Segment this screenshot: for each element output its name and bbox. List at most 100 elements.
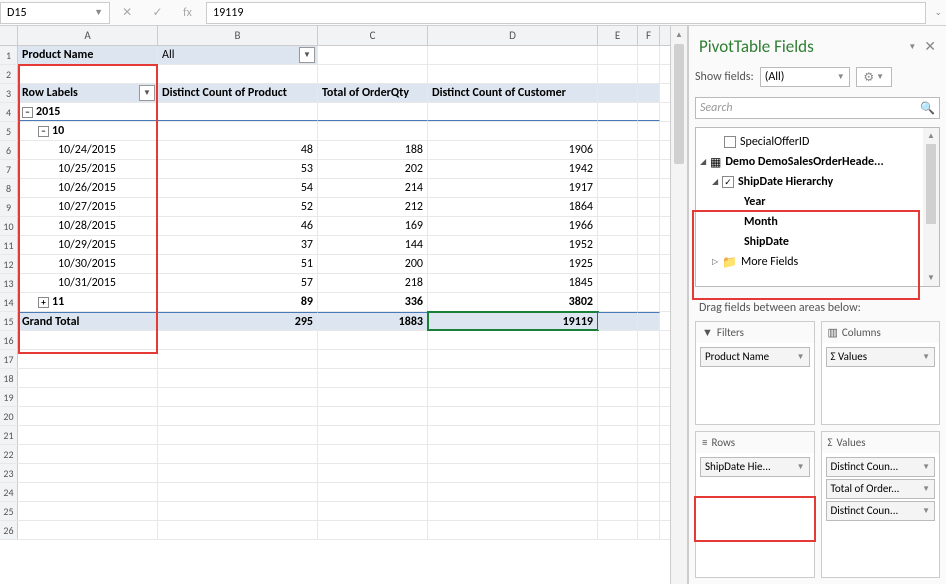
chevron-down-icon[interactable]: ▼: [797, 348, 805, 366]
row-header[interactable]: 22: [0, 445, 18, 463]
cell[interactable]: [158, 369, 318, 387]
fieldlist-scrollbar[interactable]: ▲ ▼: [923, 128, 939, 286]
cell[interactable]: 202: [318, 160, 428, 178]
date-cell[interactable]: 10/29/2015: [18, 236, 158, 254]
checkbox-icon[interactable]: [724, 136, 736, 148]
cell[interactable]: 48: [158, 141, 318, 159]
cell[interactable]: [18, 483, 158, 501]
cell[interactable]: [638, 160, 660, 178]
cell[interactable]: [638, 84, 660, 102]
cell[interactable]: [158, 103, 318, 121]
cell[interactable]: [18, 388, 158, 406]
cell[interactable]: 57: [158, 274, 318, 292]
cell[interactable]: [598, 502, 638, 520]
area-item[interactable]: Total of Order...▼: [826, 479, 936, 499]
date-cell[interactable]: 10/24/2015: [18, 141, 158, 159]
cell[interactable]: [598, 388, 638, 406]
cell[interactable]: [598, 103, 638, 121]
row-header[interactable]: 26: [0, 521, 18, 539]
search-input[interactable]: Search 🔍: [695, 97, 940, 119]
column-header-c[interactable]: C: [318, 26, 428, 45]
cell[interactable]: 37: [158, 236, 318, 254]
cell[interactable]: [598, 46, 638, 64]
scroll-up-icon[interactable]: ▲: [923, 128, 939, 144]
year-row[interactable]: −2015: [18, 103, 158, 121]
cell[interactable]: [598, 407, 638, 425]
cell[interactable]: 54: [158, 179, 318, 197]
cell[interactable]: 295: [158, 312, 318, 330]
chevron-down-icon[interactable]: ▼: [797, 458, 805, 476]
cell[interactable]: [638, 521, 660, 539]
cell[interactable]: [638, 198, 660, 216]
cell[interactable]: [318, 445, 428, 463]
cell[interactable]: [18, 369, 158, 387]
cell[interactable]: [318, 426, 428, 444]
cell[interactable]: [428, 46, 598, 64]
cell[interactable]: [318, 388, 428, 406]
pivot-filter-label[interactable]: Product Name: [18, 46, 158, 64]
cell[interactable]: 188: [318, 141, 428, 159]
cell[interactable]: 89: [158, 293, 318, 311]
values-area[interactable]: Σ Values Distinct Coun...▼Total of Order…: [821, 431, 941, 579]
cell[interactable]: [318, 521, 428, 539]
row-header[interactable]: 13: [0, 274, 18, 292]
cell[interactable]: [638, 388, 660, 406]
cell[interactable]: [638, 255, 660, 273]
cell[interactable]: [428, 369, 598, 387]
cell[interactable]: [18, 464, 158, 482]
column-header-d[interactable]: D: [428, 26, 598, 45]
cell[interactable]: [18, 426, 158, 444]
cell[interactable]: [598, 255, 638, 273]
check-icon[interactable]: ✓: [153, 5, 163, 20]
expand-arrow-icon[interactable]: ▷: [712, 257, 722, 267]
area-item[interactable]: ShipDate Hie... ▼: [700, 457, 810, 477]
cell[interactable]: [638, 407, 660, 425]
cell[interactable]: [598, 521, 638, 539]
cell[interactable]: [18, 502, 158, 520]
cell[interactable]: [638, 293, 660, 311]
cell[interactable]: [158, 502, 318, 520]
row-header[interactable]: 11: [0, 236, 18, 254]
row-header[interactable]: 21: [0, 426, 18, 444]
cell[interactable]: 212: [318, 198, 428, 216]
cell[interactable]: [428, 350, 598, 368]
row-header[interactable]: 7: [0, 160, 18, 178]
row-header[interactable]: 5: [0, 122, 18, 140]
chevron-down-icon[interactable]: ▼: [922, 480, 930, 498]
area-item[interactable]: Distinct Coun...▼: [826, 457, 936, 477]
field-hierarchy-item[interactable]: ◢ ✓ ShipDate Hierarchy: [696, 172, 939, 192]
cell[interactable]: [18, 350, 158, 368]
cell[interactable]: [598, 141, 638, 159]
scroll-up-icon[interactable]: ▲: [671, 26, 687, 44]
cell[interactable]: [428, 483, 598, 501]
cell[interactable]: [158, 65, 318, 83]
collapse-icon[interactable]: −: [38, 126, 49, 137]
column-header-f[interactable]: F: [638, 26, 660, 45]
cell[interactable]: 1942: [428, 160, 598, 178]
cell[interactable]: [638, 65, 660, 83]
cell[interactable]: [638, 483, 660, 501]
column-header-a[interactable]: A: [18, 26, 158, 45]
chevron-down-icon[interactable]: ▼: [922, 502, 930, 520]
cell[interactable]: [158, 521, 318, 539]
cell[interactable]: [158, 483, 318, 501]
col-distinct-customer[interactable]: Distinct Count of Customer: [428, 84, 598, 102]
cell[interactable]: [428, 521, 598, 539]
cell[interactable]: [428, 388, 598, 406]
cell[interactable]: [158, 388, 318, 406]
cell[interactable]: 144: [318, 236, 428, 254]
cell[interactable]: 51: [158, 255, 318, 273]
row-header[interactable]: 23: [0, 464, 18, 482]
cell[interactable]: [428, 331, 598, 349]
row-header[interactable]: 6: [0, 141, 18, 159]
row-header[interactable]: 16: [0, 331, 18, 349]
cell[interactable]: [318, 46, 428, 64]
cell[interactable]: [638, 274, 660, 292]
area-item[interactable]: Product Name ▼: [700, 347, 810, 367]
cell[interactable]: 53: [158, 160, 318, 178]
cell[interactable]: [598, 483, 638, 501]
cell[interactable]: 1845: [428, 274, 598, 292]
name-box[interactable]: D15 ▼: [0, 2, 110, 24]
cell[interactable]: [318, 464, 428, 482]
cell[interactable]: [158, 426, 318, 444]
